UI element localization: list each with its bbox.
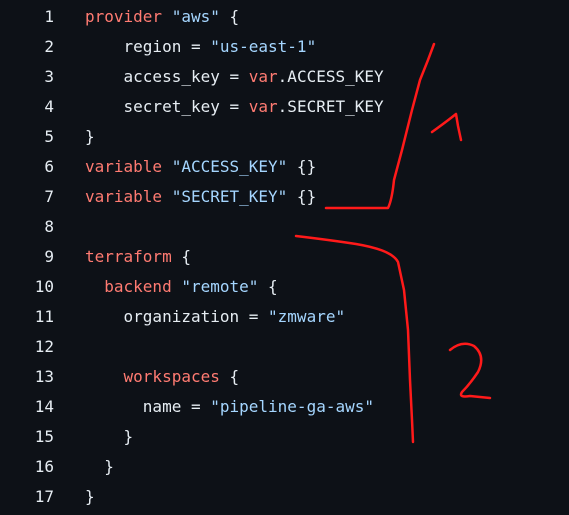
code-line: 11 organization = "zmware"	[0, 302, 569, 332]
code-text: }	[85, 482, 95, 512]
code-text: variable "SECRET_KEY" {}	[85, 182, 316, 212]
line-number: 8	[44, 217, 54, 236]
code-text: terraform {	[85, 242, 191, 272]
code-token: {	[219, 7, 240, 26]
code-token: backend	[85, 277, 182, 296]
code-text: }	[85, 422, 134, 452]
line-number: 10	[34, 277, 54, 296]
code-token: {}	[287, 187, 317, 206]
line-number: 2	[44, 37, 54, 56]
code-token: {	[258, 277, 278, 296]
code-token: }	[85, 487, 95, 506]
code-token: variable	[85, 157, 172, 176]
code-token: "us-east-1"	[210, 37, 317, 56]
code-text: }	[85, 122, 95, 152]
code-line: 14 name = "pipeline-ga-aws"	[0, 392, 569, 422]
line-number: 4	[44, 97, 54, 116]
code-text: secret_key = var.SECRET_KEY	[85, 92, 384, 122]
code-line: 9 terraform {	[0, 242, 569, 272]
code-line: 17}	[0, 482, 569, 512]
line-number: 6	[44, 157, 54, 176]
code-line: 6 variable "ACCESS_KEY" {}	[0, 152, 569, 182]
code-token: var	[248, 67, 278, 86]
code-line: 16 }	[0, 452, 569, 482]
code-token: terraform	[85, 247, 172, 266]
code-line: 3 access_key = var.ACCESS_KEY	[0, 62, 569, 92]
line-number: 3	[44, 67, 54, 86]
code-line: 10 backend "remote" {	[0, 272, 569, 302]
code-token: secret_key =	[85, 97, 249, 116]
code-token: access_key =	[85, 67, 249, 86]
line-number: 9	[44, 247, 54, 266]
code-token: organization =	[85, 307, 269, 326]
line-number: 7	[44, 187, 54, 206]
code-line: 8	[0, 212, 569, 242]
code-token: }	[85, 427, 134, 446]
line-number: 12	[34, 337, 54, 356]
code-line: 15 }	[0, 422, 569, 452]
code-token: "SECRET_KEY"	[171, 187, 288, 206]
code-line: 4 secret_key = var.SECRET_KEY	[0, 92, 569, 122]
code-text: variable "ACCESS_KEY" {}	[85, 152, 316, 182]
code-text: }	[85, 452, 114, 482]
code-token: "zmware"	[268, 307, 346, 326]
code-token: variable	[85, 187, 172, 206]
code-token: }	[85, 457, 114, 476]
code-line: 12	[0, 332, 569, 362]
code-token: }	[85, 127, 95, 146]
code-text: workspaces {	[85, 362, 240, 392]
code-line: 7 variable "SECRET_KEY" {}	[0, 182, 569, 212]
code-line: 13 workspaces {	[0, 362, 569, 392]
code-token: .SECRET_KEY	[277, 97, 384, 116]
code-text: access_key = var.ACCESS_KEY	[85, 62, 384, 92]
line-number: 5	[44, 127, 54, 146]
code-token: .ACCESS_KEY	[277, 67, 384, 86]
line-number: 17	[34, 487, 54, 506]
code-token: {	[219, 367, 240, 386]
line-number: 15	[34, 427, 54, 446]
code-token: "remote"	[181, 277, 259, 296]
code-token: "aws"	[171, 7, 220, 26]
code-text: provider "aws" {	[85, 2, 239, 32]
code-token: "ACCESS_KEY"	[171, 157, 288, 176]
code-token: {	[171, 247, 191, 266]
line-number: 13	[34, 367, 54, 386]
code-token: {}	[287, 157, 317, 176]
code-token: "pipeline-ga-aws"	[210, 397, 374, 416]
code-text: name = "pipeline-ga-aws"	[85, 392, 374, 422]
line-number: 11	[34, 307, 54, 326]
code-text: region = "us-east-1"	[85, 32, 317, 62]
line-number: 16	[34, 457, 54, 476]
code-line: 2 region = "us-east-1"	[0, 32, 569, 62]
code-token: var	[248, 97, 278, 116]
code-line: 1 provider "aws" {	[0, 2, 569, 32]
code-token: name =	[85, 397, 211, 416]
code-text: backend "remote" {	[85, 272, 278, 302]
code-token: provider	[85, 7, 172, 26]
code-token: region =	[85, 37, 211, 56]
line-number: 14	[34, 397, 54, 416]
code-text: organization = "zmware"	[85, 302, 346, 332]
line-number: 1	[44, 7, 54, 26]
code-token: workspaces	[85, 367, 220, 386]
code-line: 5}	[0, 122, 569, 152]
code-editor: 1 provider "aws" {2 region = "us-east-1" 3…	[0, 0, 569, 515]
